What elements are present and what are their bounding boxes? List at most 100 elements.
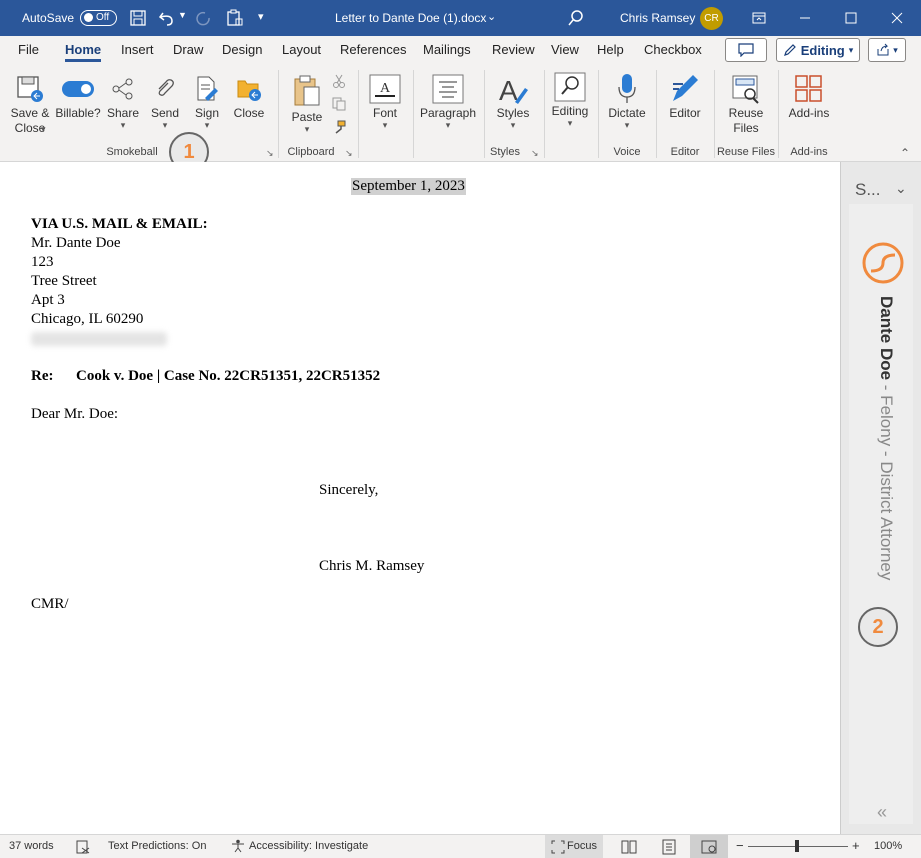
- tab-checkbox[interactable]: Checkbox: [644, 42, 702, 57]
- paste-button[interactable]: Paste ▾: [287, 72, 327, 134]
- customize-qat-icon[interactable]: ▾: [258, 10, 264, 23]
- focus-label[interactable]: Focus: [567, 840, 597, 852]
- add-ins-button[interactable]: Add-ins: [784, 72, 834, 121]
- billable-switch-icon: [62, 81, 94, 97]
- address-name: Mr. Dante Doe: [31, 235, 121, 251]
- autosave-toggle[interactable]: Off: [80, 10, 117, 26]
- autosave-label: AutoSave: [22, 11, 75, 25]
- share-icon: [112, 78, 133, 100]
- styles-button[interactable]: A Styles ▾: [490, 72, 536, 130]
- reuse-files-label: Reuse Files: [728, 106, 764, 135]
- editing-label: Editing: [551, 104, 589, 118]
- address-apt: Apt 3: [31, 292, 65, 308]
- billable-toggle[interactable]: Billable?: [55, 72, 101, 121]
- zoom-level[interactable]: 100%: [874, 840, 902, 852]
- tab-help[interactable]: Help: [597, 42, 624, 57]
- share-top-button[interactable]: ▾: [868, 38, 906, 62]
- cut-icon[interactable]: [332, 74, 346, 88]
- document-title[interactable]: Letter to Dante Doe (1).docx: [335, 11, 486, 25]
- font-button[interactable]: A Font ▾: [364, 72, 406, 130]
- dictate-button[interactable]: Dictate ▾: [604, 72, 650, 130]
- tab-review[interactable]: Review: [492, 42, 535, 57]
- reuse-files-button[interactable]: Reuse Files: [718, 72, 774, 136]
- send-button[interactable]: Send ▾: [146, 72, 184, 130]
- undo-icon[interactable]: [158, 10, 176, 26]
- sign-button[interactable]: Sign ▾: [188, 72, 226, 130]
- styles-label: Styles: [496, 106, 530, 120]
- add-ins-group-label: Add-ins: [790, 146, 828, 158]
- contact-name: Dante Doe: [877, 296, 896, 381]
- side-panel-chevron-down-icon[interactable]: ⌄: [895, 180, 907, 197]
- tab-mailings[interactable]: Mailings: [423, 42, 471, 57]
- smokeball-group-label: Smokeball: [106, 146, 158, 158]
- read-mode-icon[interactable]: [621, 840, 637, 854]
- close-window-icon[interactable]: [874, 0, 920, 36]
- address-street: Tree Street: [31, 273, 97, 289]
- document-page[interactable]: September 1, 2023 VIA U.S. MAIL & EMAIL:…: [0, 162, 840, 834]
- clipboard-launcher-icon[interactable]: ↘: [345, 148, 353, 159]
- tab-references[interactable]: References: [340, 42, 406, 57]
- editor-label: Editor: [669, 106, 701, 120]
- search-icon[interactable]: [567, 9, 585, 27]
- letter-date: September 1, 2023: [351, 178, 466, 195]
- tab-file[interactable]: File: [18, 42, 39, 57]
- paragraph-label: Paragraph: [419, 106, 477, 120]
- matter-description: - Felony - District Attorney: [877, 380, 896, 581]
- editing-mode-button[interactable]: Editing ▾: [776, 38, 860, 62]
- tab-draw[interactable]: Draw: [173, 42, 203, 57]
- copy-icon[interactable]: [332, 97, 346, 111]
- tab-layout[interactable]: Layout: [282, 42, 321, 57]
- divider: [484, 70, 485, 158]
- share-button[interactable]: Share ▾: [104, 72, 142, 130]
- tab-home[interactable]: Home: [65, 42, 102, 62]
- sign-document-icon: [197, 76, 218, 101]
- side-panel-title[interactable]: S...: [855, 180, 881, 200]
- zoom-in-icon[interactable]: +: [852, 838, 860, 853]
- styles-launcher-icon[interactable]: ↘: [531, 148, 539, 159]
- clipboard-qat-icon[interactable]: [226, 9, 244, 27]
- divider: [778, 70, 779, 158]
- close-matter-button[interactable]: Close: [230, 72, 268, 121]
- avatar[interactable]: CR: [700, 7, 723, 30]
- title-chevron-down-icon[interactable]: ⌄: [487, 10, 496, 23]
- editing-mode-label: Editing: [800, 42, 845, 58]
- save-icon[interactable]: [130, 10, 146, 26]
- redo-icon: [196, 11, 210, 26]
- collapse-ribbon-icon[interactable]: ⌃: [900, 146, 910, 160]
- divider: [598, 70, 599, 158]
- format-painter-icon[interactable]: [332, 120, 346, 134]
- divider: [413, 70, 414, 158]
- status-bar: 37 words Text Predictions: On Accessibil…: [0, 834, 921, 858]
- zoom-out-icon[interactable]: −: [736, 838, 744, 853]
- editor-icon: [673, 75, 698, 101]
- tab-design[interactable]: Design: [222, 42, 262, 57]
- accessibility-icon[interactable]: [231, 839, 245, 853]
- salutation: Dear Mr. Doe:: [31, 406, 119, 422]
- text-predictions[interactable]: Text Predictions: On: [108, 840, 206, 852]
- ribbon-display-icon[interactable]: [736, 0, 782, 36]
- maximize-icon[interactable]: [828, 0, 874, 36]
- accessibility-status[interactable]: Accessibility: Investigate: [249, 840, 368, 852]
- print-layout-icon[interactable]: [662, 839, 676, 855]
- minimize-icon[interactable]: [782, 0, 828, 36]
- reuse-files-group-label: Reuse Files: [716, 146, 776, 158]
- comments-button[interactable]: [725, 38, 767, 62]
- editing-button[interactable]: Editing ▾: [548, 70, 592, 128]
- paperclip-icon: [158, 79, 174, 96]
- smokeball-launcher-icon[interactable]: ↘: [266, 148, 274, 159]
- zoom-slider-handle[interactable]: [795, 840, 799, 852]
- undo-dropdown-icon[interactable]: ▼: [178, 10, 187, 20]
- tab-view[interactable]: View: [551, 42, 579, 57]
- web-layout-icon[interactable]: [701, 839, 717, 855]
- proofing-icon[interactable]: [76, 840, 90, 854]
- paragraph-button[interactable]: Paragraph ▾: [418, 72, 478, 130]
- editor-group-label: Editor: [670, 146, 700, 158]
- user-name[interactable]: Chris Ramsey: [620, 11, 695, 25]
- expand-panel-icon[interactable]: «: [877, 802, 887, 823]
- re-subject: Cook v. Doe | Case No. 22CR51351, 22CR51…: [76, 368, 381, 384]
- editor-button[interactable]: Editor: [662, 72, 708, 121]
- focus-icon[interactable]: [551, 840, 565, 854]
- paragraph-icon: [432, 74, 464, 104]
- word-count[interactable]: 37 words: [9, 840, 54, 852]
- tab-insert[interactable]: Insert: [121, 42, 154, 57]
